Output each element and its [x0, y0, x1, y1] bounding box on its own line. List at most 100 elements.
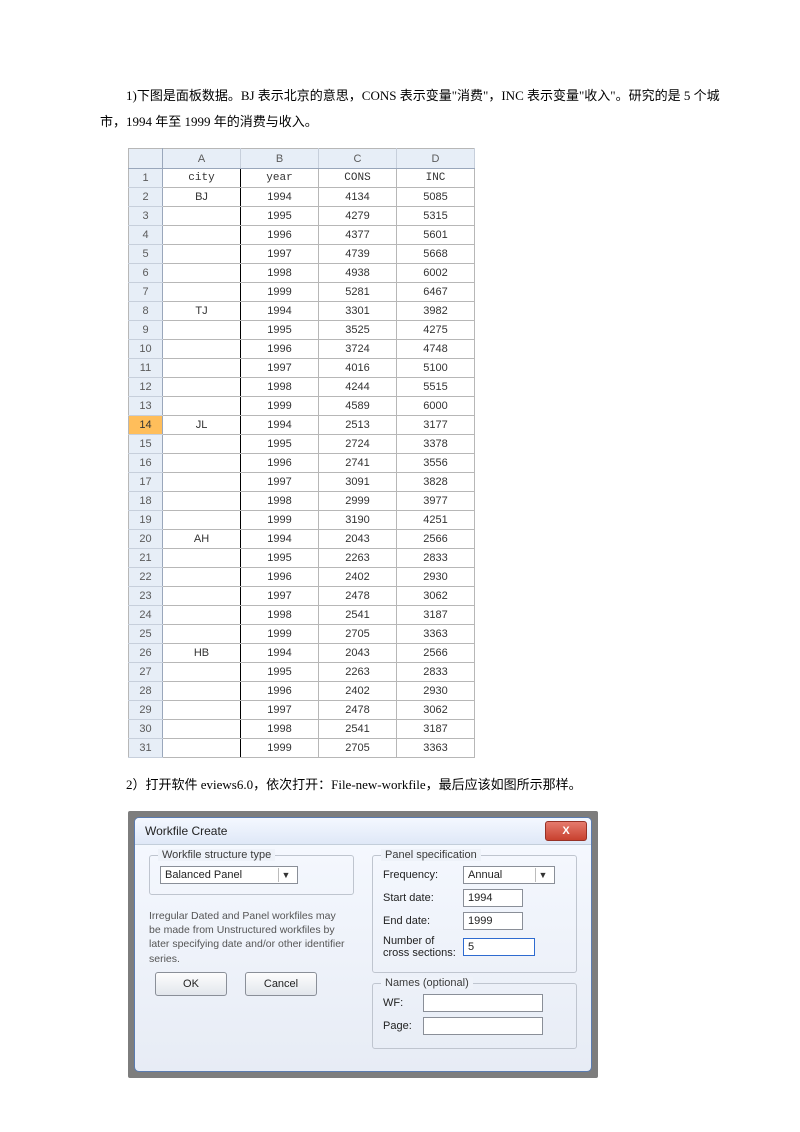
cell[interactable]: 4938 [319, 264, 397, 283]
cell[interactable]: 2263 [319, 549, 397, 568]
cell[interactable] [163, 378, 241, 397]
cell[interactable]: INC [397, 169, 475, 188]
cell[interactable]: 2566 [397, 530, 475, 549]
cross-sections-input[interactable]: 5 [463, 938, 535, 956]
cell[interactable]: 1999 [241, 739, 319, 758]
cell[interactable] [163, 264, 241, 283]
cell[interactable] [163, 397, 241, 416]
cell[interactable]: 1995 [241, 207, 319, 226]
cell[interactable]: 3177 [397, 416, 475, 435]
cell[interactable]: 1996 [241, 568, 319, 587]
start-date-input[interactable]: 1994 [463, 889, 523, 907]
cell[interactable]: 4275 [397, 321, 475, 340]
cell[interactable]: AH [163, 530, 241, 549]
cell[interactable]: city [163, 169, 241, 188]
cell[interactable] [163, 435, 241, 454]
cell[interactable]: 2724 [319, 435, 397, 454]
cell[interactable]: 3977 [397, 492, 475, 511]
cell[interactable]: 1996 [241, 226, 319, 245]
wf-input[interactable] [423, 994, 543, 1012]
row-header[interactable]: 25 [129, 625, 163, 644]
cell[interactable]: 1997 [241, 701, 319, 720]
cell[interactable]: 2833 [397, 549, 475, 568]
column-header[interactable]: C [319, 149, 397, 169]
cell[interactable]: 2043 [319, 644, 397, 663]
row-header[interactable]: 12 [129, 378, 163, 397]
cell[interactable]: 2263 [319, 663, 397, 682]
cell[interactable]: 5281 [319, 283, 397, 302]
cell[interactable]: 6000 [397, 397, 475, 416]
cell[interactable]: CONS [319, 169, 397, 188]
row-header[interactable]: 23 [129, 587, 163, 606]
cell[interactable]: 5515 [397, 378, 475, 397]
cell[interactable]: 1994 [241, 416, 319, 435]
cell[interactable]: 3062 [397, 587, 475, 606]
cell[interactable]: 1998 [241, 606, 319, 625]
cell[interactable] [163, 245, 241, 264]
cell[interactable]: 1999 [241, 397, 319, 416]
cell[interactable]: 5601 [397, 226, 475, 245]
cell[interactable]: 4589 [319, 397, 397, 416]
cell[interactable]: 1996 [241, 682, 319, 701]
row-header[interactable]: 26 [129, 644, 163, 663]
cell[interactable]: 6467 [397, 283, 475, 302]
row-header[interactable]: 16 [129, 454, 163, 473]
cell[interactable]: 6002 [397, 264, 475, 283]
cell[interactable] [163, 207, 241, 226]
cell[interactable]: 2541 [319, 720, 397, 739]
cell[interactable]: 2999 [319, 492, 397, 511]
row-header[interactable]: 9 [129, 321, 163, 340]
cell[interactable]: 4251 [397, 511, 475, 530]
cell[interactable]: 2741 [319, 454, 397, 473]
cell[interactable] [163, 587, 241, 606]
cell[interactable]: 2478 [319, 701, 397, 720]
cell[interactable]: 2043 [319, 530, 397, 549]
row-header[interactable]: 22 [129, 568, 163, 587]
cell[interactable]: 3724 [319, 340, 397, 359]
cell[interactable]: 2566 [397, 644, 475, 663]
row-header[interactable]: 10 [129, 340, 163, 359]
cell[interactable]: 1998 [241, 378, 319, 397]
cell[interactable]: TJ [163, 302, 241, 321]
cell[interactable]: 3556 [397, 454, 475, 473]
cell[interactable]: BJ [163, 188, 241, 207]
cell[interactable] [163, 739, 241, 758]
cell[interactable] [163, 321, 241, 340]
cell[interactable] [163, 226, 241, 245]
cell[interactable]: 1994 [241, 530, 319, 549]
row-header[interactable]: 2 [129, 188, 163, 207]
cell[interactable] [163, 663, 241, 682]
cell[interactable]: 1998 [241, 492, 319, 511]
cell[interactable]: 1997 [241, 473, 319, 492]
cell[interactable] [163, 340, 241, 359]
cell[interactable]: 2930 [397, 568, 475, 587]
cell[interactable]: 3091 [319, 473, 397, 492]
cell[interactable]: 4244 [319, 378, 397, 397]
cell[interactable]: 3062 [397, 701, 475, 720]
frequency-combo[interactable]: Annual ▼ [463, 866, 555, 884]
row-header[interactable]: 15 [129, 435, 163, 454]
cell[interactable]: JL [163, 416, 241, 435]
cell[interactable]: 3190 [319, 511, 397, 530]
row-header[interactable]: 28 [129, 682, 163, 701]
cell[interactable] [163, 606, 241, 625]
row-header[interactable]: 18 [129, 492, 163, 511]
cell[interactable]: 1995 [241, 321, 319, 340]
cell[interactable] [163, 492, 241, 511]
cell[interactable] [163, 511, 241, 530]
cell[interactable]: 2930 [397, 682, 475, 701]
cell[interactable]: 5085 [397, 188, 475, 207]
cell[interactable]: 1994 [241, 188, 319, 207]
cell[interactable]: 1995 [241, 663, 319, 682]
cell[interactable]: 5668 [397, 245, 475, 264]
cell[interactable]: 1997 [241, 245, 319, 264]
row-header[interactable]: 4 [129, 226, 163, 245]
row-header[interactable]: 7 [129, 283, 163, 302]
cell[interactable] [163, 701, 241, 720]
row-header[interactable]: 29 [129, 701, 163, 720]
cell[interactable]: 3828 [397, 473, 475, 492]
cell[interactable]: 4134 [319, 188, 397, 207]
structure-type-combo[interactable]: Balanced Panel ▼ [160, 866, 298, 884]
row-header[interactable]: 17 [129, 473, 163, 492]
cell[interactable] [163, 359, 241, 378]
